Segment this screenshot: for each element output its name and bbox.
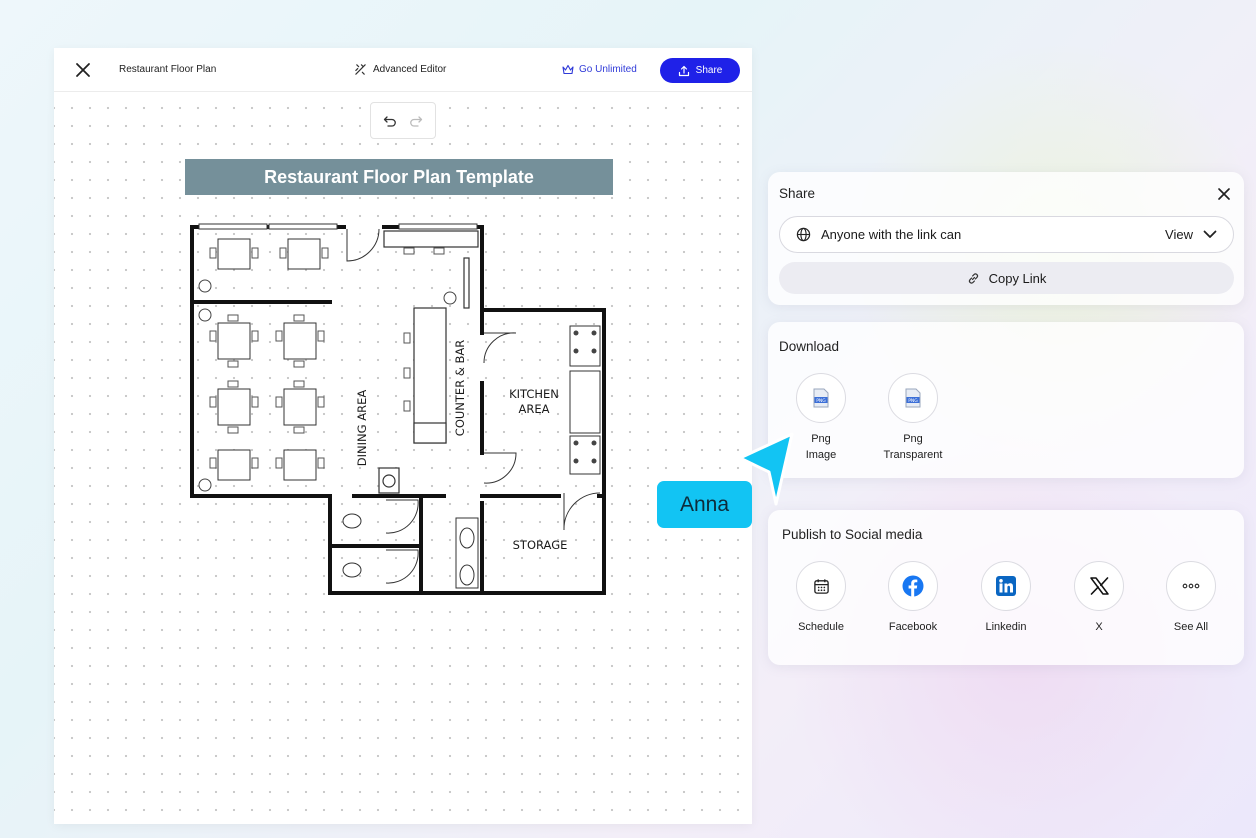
facebook-label: Facebook <box>888 621 938 633</box>
room-label-dining: DINING AREA <box>355 390 369 467</box>
download-png-transparent-button[interactable]: PNG <box>888 373 938 423</box>
go-unlimited-button[interactable]: Go Unlimited <box>562 64 637 75</box>
download-panel: Download PNG Png Image PNG Png Transpare… <box>768 322 1244 478</box>
canvas[interactable]: Restaurant Floor Plan Template DINING AR… <box>54 93 752 824</box>
x-button[interactable] <box>1074 561 1124 611</box>
download-item-label: Png Transparent <box>873 431 953 463</box>
close-icon[interactable] <box>74 61 92 79</box>
social-panel: Publish to Social media Schedule Faceboo… <box>768 510 1244 665</box>
copy-link-button[interactable]: Copy Link <box>779 262 1234 294</box>
link-access-dropdown[interactable]: Anyone with the link can View <box>779 216 1234 253</box>
see-all-label: See All <box>1173 621 1209 633</box>
globe-icon <box>796 227 811 242</box>
facebook-button[interactable] <box>888 561 938 611</box>
share-button-label: Share <box>695 65 723 76</box>
see-all-button[interactable] <box>1166 561 1216 611</box>
permission-select[interactable]: View <box>1165 227 1217 242</box>
chevron-down-icon <box>1203 230 1217 238</box>
png-file-icon: PNG <box>905 388 921 408</box>
schedule-button[interactable] <box>796 561 846 611</box>
copy-link-label: Copy Link <box>988 270 1047 286</box>
room-label-storage: STORAGE <box>513 538 568 552</box>
crown-icon <box>562 64 574 75</box>
x-icon <box>1089 577 1109 595</box>
link-icon <box>968 272 978 284</box>
editor-topbar: Restaurant Floor Plan Advanced Editor Go… <box>54 48 752 92</box>
download-png-transparent-line1: Png <box>903 433 923 445</box>
facebook-icon <box>902 575 924 597</box>
close-icon[interactable] <box>1216 186 1232 202</box>
download-png-image-line1: Png <box>811 433 831 445</box>
more-icon <box>1182 583 1200 589</box>
png-file-icon: PNG <box>813 388 829 408</box>
download-item-label: Png Image <box>786 431 856 463</box>
floor-plan-drawing[interactable]: DINING AREA COUNTER & BAR KITCHEN AREA S… <box>54 93 752 824</box>
social-panel-title: Publish to Social media <box>782 527 923 542</box>
share-panel-title: Share <box>779 186 816 201</box>
document-title[interactable]: Restaurant Floor Plan <box>119 64 216 75</box>
svg-text:PNG: PNG <box>908 398 918 404</box>
svg-text:PNG: PNG <box>816 398 826 404</box>
link-access-text: Anyone with the link can <box>821 227 962 242</box>
linkedin-button[interactable] <box>981 561 1031 611</box>
room-label-kitchen-2: AREA <box>519 402 550 416</box>
download-png-image-button[interactable]: PNG <box>796 373 846 423</box>
schedule-label: Schedule <box>798 621 844 633</box>
permission-value: View <box>1165 227 1193 242</box>
calendar-icon <box>813 578 829 594</box>
magic-tools-icon <box>355 64 366 75</box>
linkedin-label: Linkedin <box>985 621 1027 633</box>
room-label-kitchen-1: KITCHEN <box>509 387 559 401</box>
editor-window: Restaurant Floor Plan Advanced Editor Go… <box>54 48 752 824</box>
share-panel: Share Anyone with the link can View Copy… <box>768 172 1244 305</box>
linkedin-icon <box>996 576 1016 596</box>
go-unlimited-label: Go Unlimited <box>579 64 637 75</box>
x-label: X <box>1095 621 1103 633</box>
upload-icon <box>678 65 689 76</box>
share-button[interactable]: Share <box>660 58 740 83</box>
advanced-editor-label: Advanced Editor <box>373 64 447 75</box>
download-png-image-line2: Image <box>805 449 837 461</box>
room-label-counter: COUNTER & BAR <box>453 340 467 436</box>
collaborator-label: Anna <box>657 481 752 528</box>
download-png-transparent-line2: Transparent <box>883 449 943 461</box>
download-panel-title: Download <box>779 339 840 354</box>
advanced-editor-button[interactable]: Advanced Editor <box>354 63 446 76</box>
